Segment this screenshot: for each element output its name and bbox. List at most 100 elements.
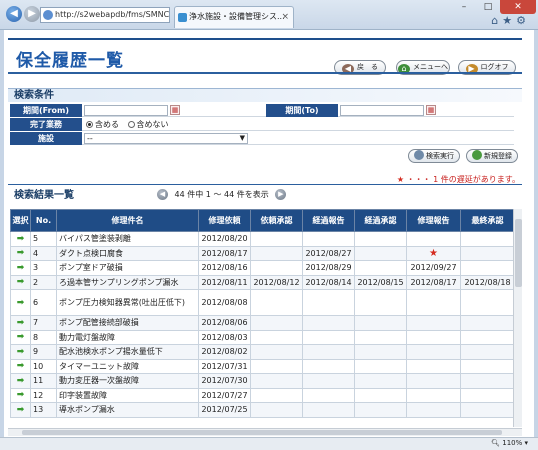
radio-exclude[interactable]: 含めない <box>127 120 169 129</box>
no-cell: 9 <box>30 344 57 360</box>
select-arrow-icon[interactable]: ➡ <box>17 405 25 415</box>
select-arrow-icon[interactable]: ➡ <box>17 277 25 287</box>
name-cell: ろ過本管サンプリングポンプ漏水 <box>56 274 199 290</box>
period-to-label: 期間(To) <box>266 104 338 117</box>
select-arrow-icon[interactable]: ➡ <box>17 318 25 328</box>
final-approve-cell <box>460 245 515 261</box>
progress-cell <box>302 387 355 403</box>
select-cell[interactable]: ➡ <box>10 245 31 261</box>
home-icon[interactable]: ⌂ <box>491 14 502 27</box>
select-arrow-icon[interactable]: ➡ <box>17 361 25 371</box>
chevron-down-icon: ▼ <box>239 134 245 142</box>
browser-tool-icons: ⌂★⚙ <box>491 14 530 27</box>
repair-report-cell <box>406 373 461 389</box>
table-row[interactable]: ➡ 6 ポンプ圧力検知器異常(吐出圧低下) 2012/08/08 <box>10 289 515 316</box>
period-from-input[interactable] <box>84 105 168 116</box>
address-bar[interactable]: http://s2webapdb/fms/SMNC <box>40 7 170 23</box>
select-cell[interactable]: ➡ <box>10 344 31 360</box>
tab-close-icon[interactable]: × <box>281 7 289 27</box>
request-approve-cell <box>250 329 303 345</box>
repair-report-cell <box>406 402 461 418</box>
select-cell[interactable]: ➡ <box>10 289 31 316</box>
select-cell[interactable]: ➡ <box>10 373 31 389</box>
select-cell[interactable]: ➡ <box>10 274 31 290</box>
col-request: 修理依頼 <box>198 209 251 232</box>
new-button[interactable]: 新規登録 <box>466 149 518 163</box>
table-row[interactable]: ➡ 8 動力電灯盤故障 2012/08/03 <box>10 329 515 345</box>
magnifier-icon <box>414 150 424 160</box>
table-row[interactable]: ➡ 3 ポンプ室ドア破損 2012/08/16 2012/08/29 2012/… <box>10 260 515 276</box>
favorites-star-icon[interactable]: ★ <box>502 14 516 27</box>
select-cell[interactable]: ➡ <box>10 231 31 247</box>
progress-approve-cell <box>354 260 407 276</box>
forward-nav-icon[interactable]: ▶ <box>24 6 40 22</box>
select-cell[interactable]: ➡ <box>10 260 31 276</box>
table-row[interactable]: ➡ 7 ポンプ配管接続部破損 2012/08/06 <box>10 315 515 331</box>
select-arrow-icon[interactable]: ➡ <box>17 332 25 342</box>
select-arrow-icon[interactable]: ➡ <box>17 347 25 357</box>
back-nav-icon[interactable]: ◀ <box>6 6 22 22</box>
calendar-icon[interactable]: ▦ <box>426 105 436 115</box>
col-request-approve: 依頼承認 <box>250 209 303 232</box>
settings-gear-icon[interactable]: ⚙ <box>516 14 530 27</box>
table-row[interactable]: ➡ 13 導水ポンプ漏水 2012/07/25 <box>10 402 515 418</box>
repair-report-cell <box>406 231 461 247</box>
table-row[interactable]: ➡ 9 配水池検水ポンプ揚水量低下 2012/08/02 <box>10 344 515 360</box>
facility-select[interactable]: -- ▼ <box>84 133 248 144</box>
radio-include[interactable]: 含める <box>86 120 119 129</box>
no-cell: 6 <box>30 289 57 316</box>
next-page-icon[interactable]: ▶ <box>275 189 287 200</box>
name-cell: 印字装置故障 <box>56 387 199 403</box>
progress-cell <box>302 373 355 389</box>
browser-tab[interactable]: 浄水施設・設備管理シス... × <box>174 6 294 28</box>
select-arrow-icon[interactable]: ➡ <box>17 376 25 386</box>
select-arrow-icon[interactable]: ➡ <box>17 298 25 308</box>
window-frame-left <box>0 30 4 437</box>
prev-page-icon[interactable]: ◀ <box>157 189 168 200</box>
progress-approve-cell <box>354 373 407 389</box>
close-window-button[interactable]: ✕ <box>500 0 536 14</box>
search-button[interactable]: 検索実行 <box>408 149 460 163</box>
select-cell[interactable]: ➡ <box>10 315 31 331</box>
calendar-icon[interactable]: ▦ <box>170 105 180 115</box>
select-cell[interactable]: ➡ <box>10 329 31 345</box>
table-row[interactable]: ➡ 4 ダクト点検口腐食 2012/08/17 2012/08/27 ★ <box>10 245 515 261</box>
final-approve-cell: 2012/08/18 <box>460 274 515 290</box>
horizontal-scroll-thumb[interactable] <box>22 430 502 435</box>
page-icon <box>43 10 53 20</box>
table-row[interactable]: ➡ 10 タイマーユニット故障 2012/07/31 <box>10 358 515 374</box>
select-arrow-icon[interactable]: ➡ <box>17 263 25 273</box>
vertical-scrollbar[interactable] <box>513 209 522 427</box>
progress-approve-cell: 2012/08/15 <box>354 274 407 290</box>
name-cell: タイマーユニット故障 <box>56 358 199 374</box>
table-row[interactable]: ➡ 11 動力変圧器一次盤故障 2012/07/30 <box>10 373 515 389</box>
table-row[interactable]: ➡ 12 印字装置故障 2012/07/27 <box>10 387 515 403</box>
table-row[interactable]: ➡ 5 バイパス管塗装剥離 2012/08/20 <box>10 231 515 247</box>
progress-cell: 2012/08/27 <box>302 245 355 261</box>
request-approve-cell <box>250 402 303 418</box>
name-cell: 動力変圧器一次盤故障 <box>56 373 199 389</box>
zoom-control[interactable]: 🔍︎ 110% ▾ <box>491 439 528 447</box>
table-row[interactable]: ➡ 2 ろ過本管サンプリングポンプ漏水 2012/08/11 2012/08/1… <box>10 274 515 290</box>
zoom-level: 110% <box>502 439 523 447</box>
name-cell: ダクト点検口腐食 <box>56 245 199 261</box>
select-arrow-icon[interactable]: ➡ <box>17 390 25 400</box>
request-approve-cell <box>250 358 303 374</box>
select-arrow-icon[interactable]: ➡ <box>17 248 25 258</box>
delay-star-icon: ★ <box>396 175 405 184</box>
no-cell: 2 <box>30 274 57 290</box>
final-approve-cell <box>460 231 515 247</box>
select-cell[interactable]: ➡ <box>10 402 31 418</box>
request-approve-cell <box>250 231 303 247</box>
period-to-input[interactable] <box>340 105 424 116</box>
no-cell: 5 <box>30 231 57 247</box>
minimize-button[interactable]: – <box>452 0 476 14</box>
select-cell[interactable]: ➡ <box>10 387 31 403</box>
vertical-scroll-thumb[interactable] <box>515 219 522 287</box>
name-cell: 配水池検水ポンプ揚水量低下 <box>56 344 199 360</box>
horizontal-scrollbar[interactable] <box>8 428 522 436</box>
select-arrow-icon[interactable]: ➡ <box>17 234 25 244</box>
maximize-button[interactable]: □ <box>476 0 500 14</box>
final-approve-cell <box>460 289 515 316</box>
select-cell[interactable]: ➡ <box>10 358 31 374</box>
